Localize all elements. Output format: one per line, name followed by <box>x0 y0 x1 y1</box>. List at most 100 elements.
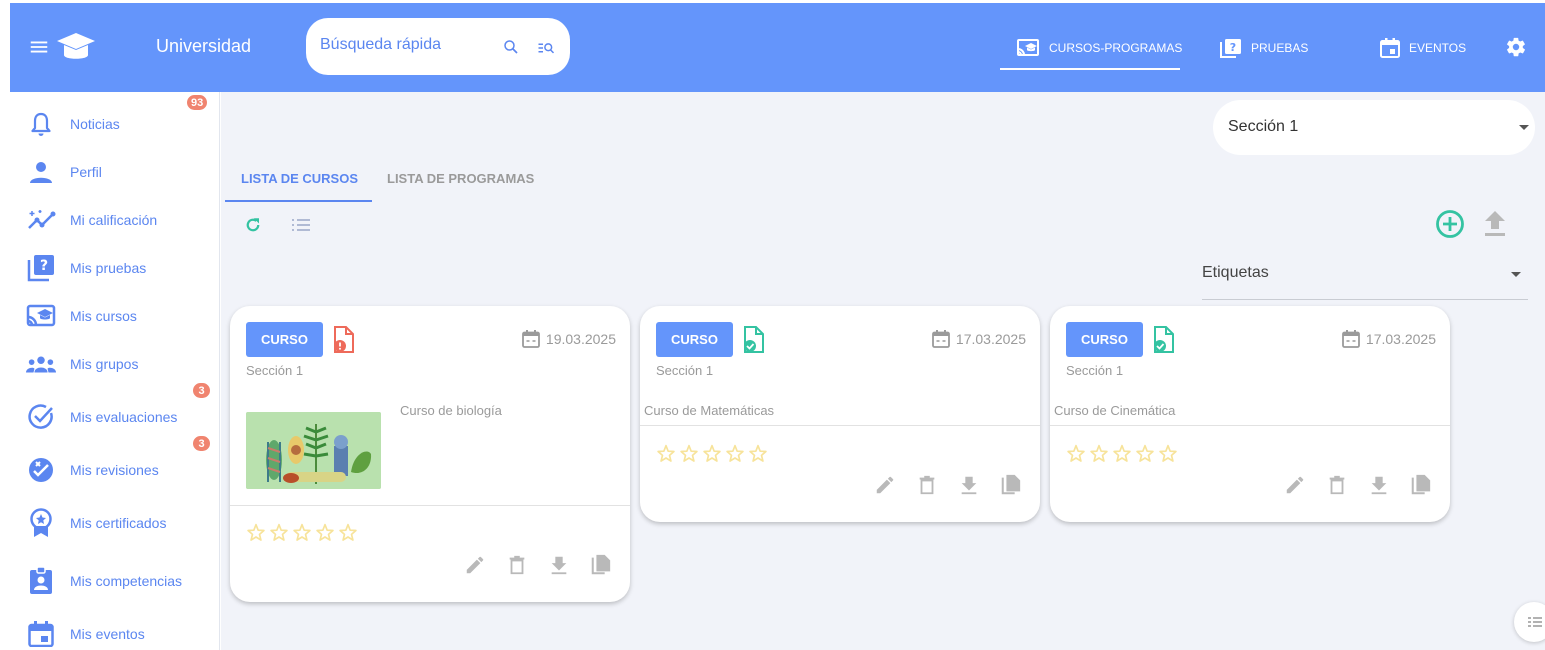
course-type-button[interactable]: CURSO <box>246 322 323 357</box>
rating-stars <box>246 523 358 543</box>
badge-icon <box>26 566 56 596</box>
tags-select-value: Etiquetas <box>1202 264 1269 281</box>
section-select-value: Sección 1 <box>1228 118 1299 135</box>
course-card[interactable]: CURSO 17.03.2025 Sección 1 Curso de Cine… <box>1050 306 1450 522</box>
list-view-icon[interactable] <box>291 218 311 232</box>
date-text: 17.03.2025 <box>1365 331 1436 347</box>
quiz-icon: ? <box>1220 38 1242 58</box>
sidebar-item-mis-grupos[interactable]: Mis grupos <box>10 346 220 382</box>
course-card[interactable]: CURSO 19.03.2025 Sección 1 Curso de biol… <box>230 306 630 602</box>
star-icon[interactable] <box>315 523 335 543</box>
star-icon[interactable] <box>656 444 676 464</box>
star-icon[interactable] <box>1089 444 1109 464</box>
notification-badge: 3 <box>193 436 210 451</box>
rating-stars <box>656 444 768 464</box>
sidebar-item-mis-revisiones[interactable]: Mis revisiones 3 <box>10 436 220 488</box>
tab-lista-de-programas[interactable]: LISTA DE PROGRAMAS <box>387 171 534 186</box>
course-card[interactable]: CURSO 17.03.2025 Sección 1 Curso de Mate… <box>640 306 1040 522</box>
download-icon[interactable] <box>548 554 570 576</box>
star-icon[interactable] <box>679 444 699 464</box>
copy-icon[interactable] <box>1000 474 1022 496</box>
star-icon[interactable] <box>725 444 745 464</box>
search-input[interactable] <box>320 36 490 54</box>
tags-select[interactable]: Etiquetas <box>1202 252 1528 300</box>
course-title: Curso de Matemáticas <box>644 403 775 418</box>
star-icon[interactable] <box>269 523 289 543</box>
sidebar-item-mis-pruebas[interactable]: ? Mis pruebas <box>10 250 220 286</box>
refresh-icon[interactable] <box>244 216 262 234</box>
course-title: Curso de Cinemática <box>1054 403 1176 418</box>
sidebar-item-mis-competencias[interactable]: Mis competencias <box>10 563 220 599</box>
star-icon[interactable] <box>338 523 358 543</box>
award-icon <box>26 508 56 538</box>
course-type-button[interactable]: CURSO <box>656 322 733 357</box>
star-icon[interactable] <box>1158 444 1178 464</box>
copy-icon[interactable] <box>1410 474 1432 496</box>
edit-icon[interactable] <box>464 554 486 576</box>
rating-stars <box>1066 444 1178 464</box>
top-bar: Universidad CURSOS-PROGRAMAS ? PRUEBAS E… <box>10 3 1545 92</box>
star-icon[interactable] <box>292 523 312 543</box>
card-actions <box>464 554 612 576</box>
sidebar-item-perfil[interactable]: Perfil <box>10 154 220 190</box>
svg-text:?: ? <box>40 258 48 274</box>
date-text: 19.03.2025 <box>545 331 616 347</box>
nav-eventos[interactable]: EVENTOS <box>1380 36 1466 60</box>
star-icon[interactable] <box>748 444 768 464</box>
star-icon[interactable] <box>1066 444 1086 464</box>
floating-list-button[interactable] <box>1514 602 1545 642</box>
star-icon[interactable] <box>246 523 266 543</box>
advanced-search-icon[interactable] <box>537 40 555 56</box>
card-actions <box>1284 474 1432 496</box>
cast-school-icon <box>1016 38 1040 58</box>
sidebar-item-noticias[interactable]: Noticias 93 <box>10 95 220 142</box>
star-icon[interactable] <box>702 444 722 464</box>
course-section: Sección 1 <box>1066 363 1124 378</box>
star-icon[interactable] <box>1112 444 1132 464</box>
sidebar-item-mis-cursos[interactable]: Mis cursos <box>10 298 220 334</box>
nav-pruebas[interactable]: ? PRUEBAS <box>1220 36 1308 60</box>
card-actions <box>874 474 1022 496</box>
course-section: Sección 1 <box>656 363 714 378</box>
notification-badge: 3 <box>193 383 210 398</box>
sidebar-item-label: Noticias <box>70 116 120 132</box>
sidebar-item-mis-evaluaciones[interactable]: Mis evaluaciones 3 <box>10 383 220 435</box>
upload-icon[interactable] <box>1483 210 1507 238</box>
course-type-button[interactable]: CURSO <box>1066 322 1143 357</box>
edit-icon[interactable] <box>874 474 896 496</box>
card-divider <box>640 425 1040 426</box>
sidebar-item-label: Mis revisiones <box>70 462 159 478</box>
calendar-icon <box>932 330 950 348</box>
active-nav-indicator <box>1000 68 1180 70</box>
star-icon[interactable] <box>1135 444 1155 464</box>
settings-gear-icon[interactable] <box>1505 36 1527 58</box>
sidebar-item-label: Mi calificación <box>70 212 158 228</box>
sidebar-item-label: Mis competencias <box>70 573 183 589</box>
sidebar-item-mi-calificacion[interactable]: Mi calificación <box>10 202 220 238</box>
card-divider <box>1050 425 1450 426</box>
menu-icon[interactable] <box>28 36 50 58</box>
sidebar-item-mis-certificados[interactable]: Mis certificados <box>10 505 220 541</box>
delete-icon[interactable] <box>1326 474 1348 496</box>
sidebar-item-label: Mis pruebas <box>70 260 147 276</box>
sidebar: Noticias 93 Perfil Mi calificación ? Mis… <box>10 92 220 650</box>
edit-icon[interactable] <box>1284 474 1306 496</box>
search-icon[interactable] <box>502 38 520 56</box>
section-select[interactable]: Sección 1 <box>1213 100 1535 155</box>
delete-icon[interactable] <box>506 554 528 576</box>
download-icon[interactable] <box>1368 474 1390 496</box>
download-icon[interactable] <box>958 474 980 496</box>
tab-lista-de-cursos[interactable]: LISTA DE CURSOS <box>241 171 358 186</box>
copy-icon[interactable] <box>590 554 612 576</box>
sidebar-item-label: Mis cursos <box>70 308 137 324</box>
add-course-icon[interactable] <box>1435 209 1465 239</box>
card-divider <box>230 505 630 506</box>
chevron-down-icon <box>1511 272 1521 277</box>
sidebar-item-label: Mis grupos <box>70 356 139 372</box>
delete-icon[interactable] <box>916 474 938 496</box>
sidebar-item-mis-eventos[interactable]: Mis eventos <box>10 616 220 650</box>
nav-cursos-programas[interactable]: CURSOS-PROGRAMAS <box>1016 36 1182 60</box>
course-date: 17.03.2025 <box>932 330 1026 348</box>
file-error-icon <box>332 326 356 354</box>
course-title: Curso de biología <box>400 403 502 418</box>
